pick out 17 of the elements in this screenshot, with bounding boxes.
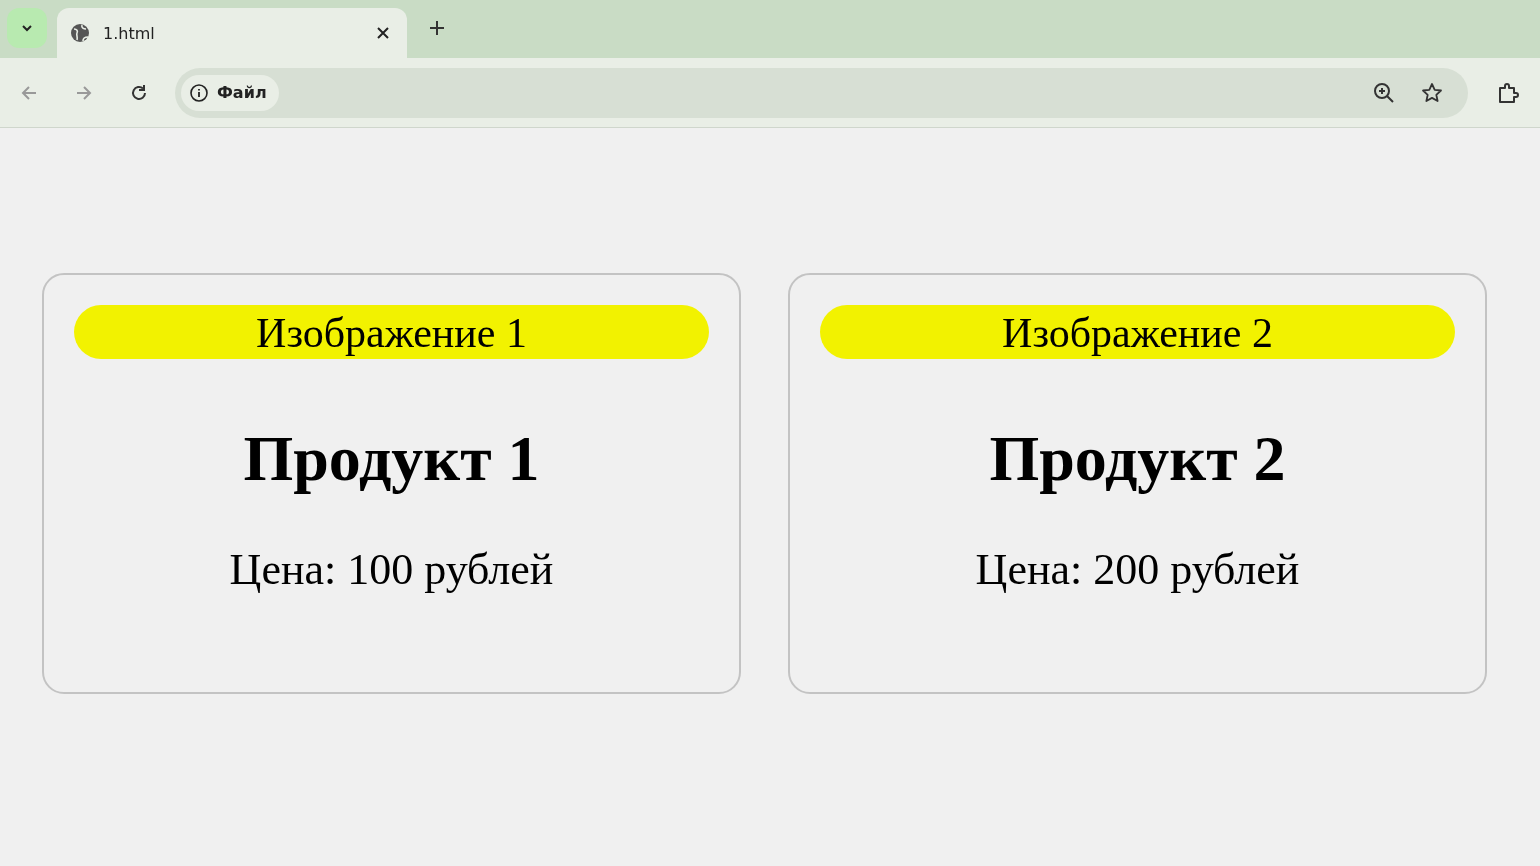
globe-icon <box>69 22 91 44</box>
new-tab-icon[interactable] <box>427 18 447 38</box>
product-price: Цена: 100 рублей <box>229 545 554 595</box>
product-price: Цена: 200 рублей <box>975 545 1300 595</box>
zoom-in-icon[interactable] <box>1372 80 1396 105</box>
product-title: Продукт 1 <box>243 422 540 496</box>
address-bar[interactable]: Файл <box>175 67 1468 118</box>
browser-tab[interactable]: 1.html <box>57 8 407 58</box>
star-icon[interactable] <box>1420 80 1444 105</box>
close-icon[interactable] <box>375 25 391 41</box>
image-label: Изображение 2 <box>820 305 1455 359</box>
chip-label: Файл <box>217 83 267 102</box>
info-icon <box>189 82 209 103</box>
image-label: Изображение 1 <box>74 305 709 359</box>
tab-title: 1.html <box>103 23 156 43</box>
product-title: Продукт 2 <box>989 422 1286 496</box>
site-info-chip[interactable]: Файл <box>181 74 279 111</box>
